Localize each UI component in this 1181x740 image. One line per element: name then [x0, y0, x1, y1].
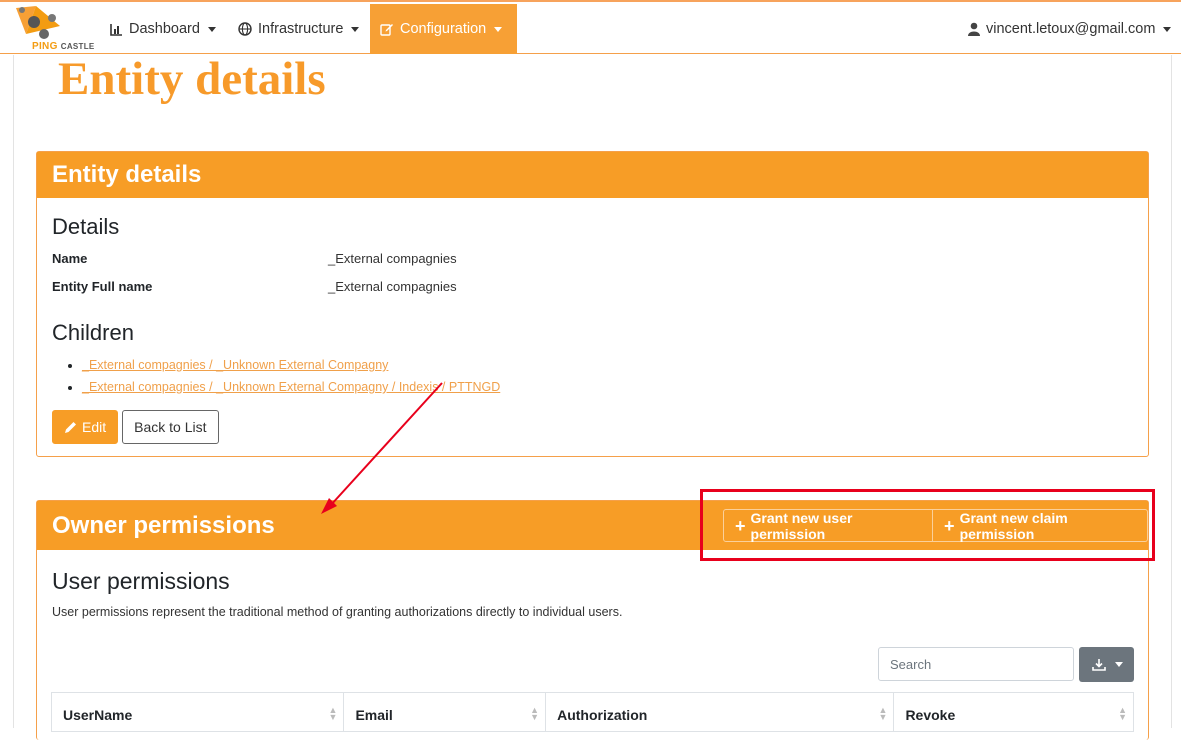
arrow-annotation — [321, 382, 443, 514]
